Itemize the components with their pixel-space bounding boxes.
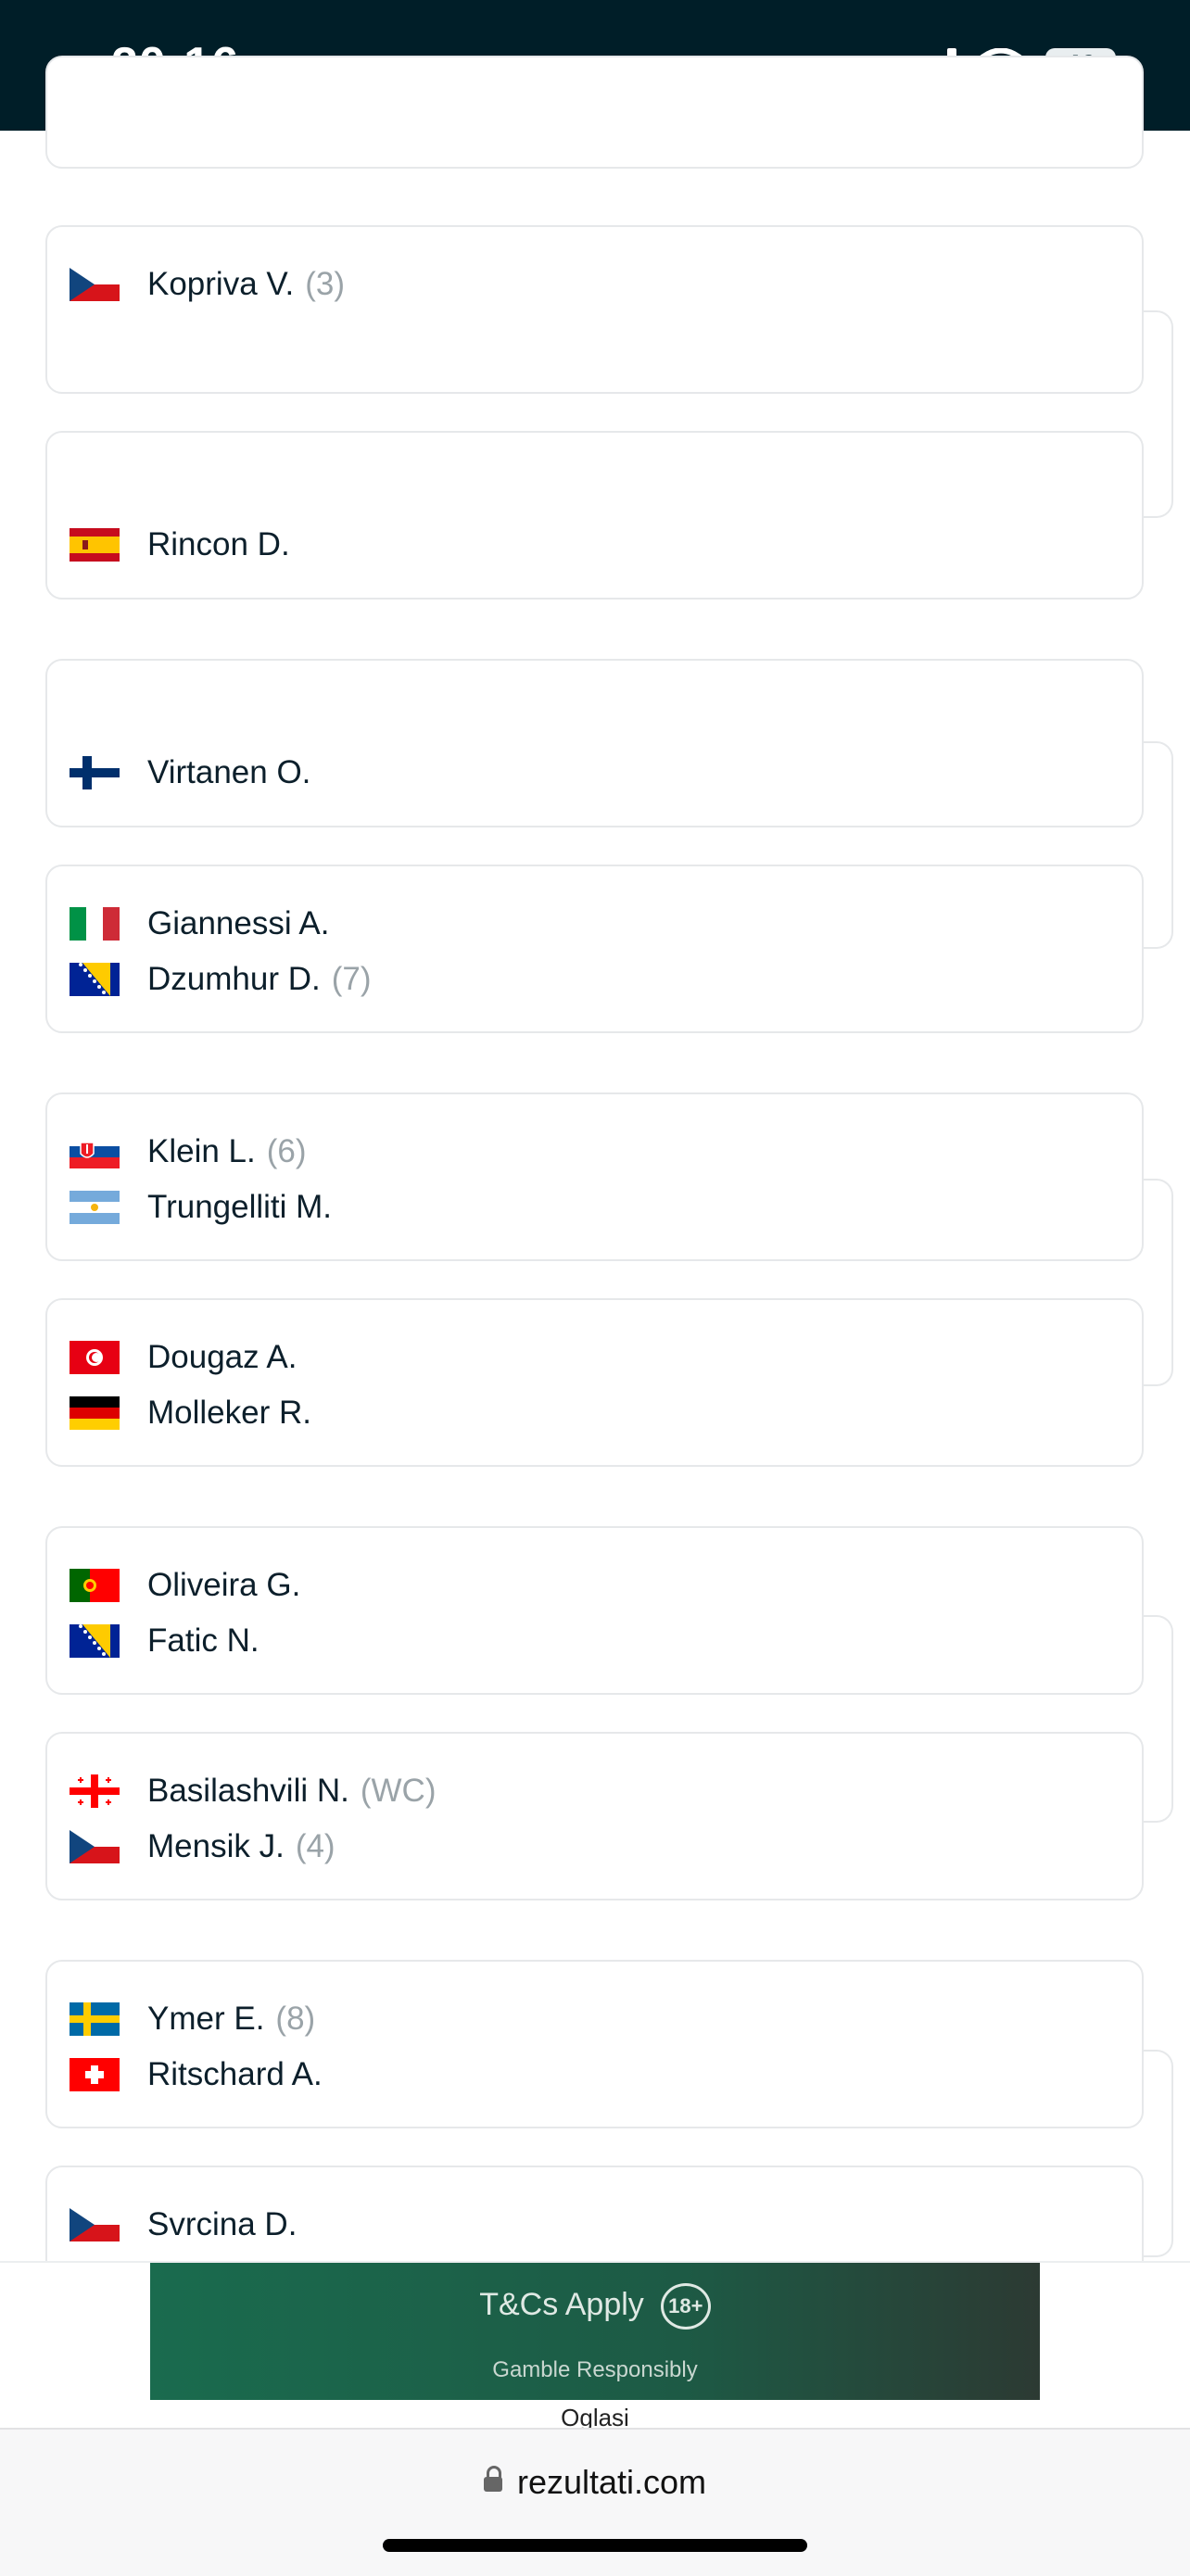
bracket-connector	[1144, 2050, 1173, 2257]
flag-argentina-icon	[70, 1191, 120, 1224]
flag-italy-icon	[70, 907, 120, 941]
bracket-connector	[1144, 1615, 1173, 1823]
player-name: Basilashvili N.	[147, 1773, 349, 1809]
bracket-connector	[1144, 741, 1173, 949]
ad-title-text: T&Cs Apply	[479, 2286, 644, 2322]
player-name: Dzumhur D.	[147, 961, 321, 997]
player-name: Ritschard A.	[147, 2056, 323, 2092]
player-row: Dzumhur D. (7)	[70, 961, 372, 998]
match-card[interactable]: Basilashvili N. (WC) Mensik J. (4)	[45, 1732, 1144, 1900]
match-card[interactable]: Giannessi A. Dzumhur D. (7)	[45, 865, 1144, 1033]
player-name: Oliveira G.	[147, 1567, 301, 1603]
player-name: Svrcina D.	[147, 2206, 298, 2242]
player-row: Kopriva V. (3)	[70, 266, 345, 303]
player-seed: (3)	[305, 266, 346, 302]
match-card[interactable]: Klein L. (6) Trungelliti M.	[45, 1092, 1144, 1261]
player-row: Virtanen O.	[70, 754, 322, 791]
player-row: Dougaz A.	[70, 1339, 309, 1376]
ad-banner[interactable]: T&Cs Apply 18+ Gamble Responsibly	[150, 2263, 1040, 2400]
player-name: Rincon D.	[147, 526, 290, 562]
flag-switzerland-icon	[70, 2058, 120, 2091]
player-name: Giannessi A.	[147, 905, 330, 941]
player-name: Dougaz A.	[147, 1339, 298, 1375]
ad-title: T&Cs Apply 18+	[150, 2283, 1040, 2330]
match-card[interactable]: Oliveira G. Fatic N.	[45, 1526, 1144, 1695]
age-18-badge: 18+	[660, 2283, 711, 2330]
player-seed: (7)	[331, 961, 372, 997]
flag-sweden-icon	[70, 2002, 120, 2036]
player-name: Klein L.	[147, 1133, 256, 1169]
player-name: Virtanen O.	[147, 754, 311, 790]
flag-bosnia-icon	[70, 963, 120, 996]
flag-portugal-icon	[70, 1569, 120, 1602]
ad-subtitle: Gamble Responsibly	[492, 2357, 698, 2382]
url-display[interactable]: rezultati.com	[0, 2463, 1190, 2502]
flag-czech-icon	[70, 268, 120, 301]
match-card-partial[interactable]	[45, 56, 1144, 169]
player-name: Kopriva V.	[147, 266, 295, 302]
player-row: Klein L. (6)	[70, 1133, 307, 1170]
flag-georgia-icon	[70, 1774, 120, 1808]
match-card[interactable]: Ymer E. (8) Ritschard A.	[45, 1960, 1144, 2128]
player-row: Giannessi A.	[70, 905, 341, 942]
player-row: Svrcina D.	[70, 2206, 308, 2243]
player-row: Ymer E. (8)	[70, 2001, 315, 2038]
player-row: Basilashvili N. (WC)	[70, 1773, 436, 1810]
player-row: Oliveira G.	[70, 1567, 311, 1604]
flag-germany-icon	[70, 1396, 120, 1430]
bracket-connector	[1144, 310, 1173, 518]
flag-spain-icon	[70, 528, 120, 562]
home-indicator[interactable]	[383, 2539, 807, 2552]
url-text: rezultati.com	[516, 2463, 707, 2501]
flag-tunisia-icon	[70, 1341, 120, 1374]
player-seed: (8)	[275, 2001, 316, 2037]
player-name: Mensik J.	[147, 1828, 285, 1864]
lock-icon	[483, 2466, 502, 2493]
player-row: Fatic N.	[70, 1623, 271, 1660]
match-card[interactable]: Virtanen O.	[45, 659, 1144, 827]
player-seed: (WC)	[360, 1773, 437, 1809]
match-card[interactable]: Rincon D.	[45, 431, 1144, 600]
player-seed: (4)	[295, 1828, 335, 1864]
flag-finland-icon	[70, 756, 120, 789]
flag-bosnia-icon	[70, 1624, 120, 1658]
bracket-connector	[1144, 1179, 1173, 1386]
browser-url-bar[interactable]: rezultati.com	[0, 2428, 1190, 2576]
match-card[interactable]: Dougaz A. Molleker R.	[45, 1298, 1144, 1467]
player-name: Trungelliti M.	[147, 1189, 333, 1225]
player-row: Rincon D.	[70, 526, 301, 563]
player-row: Mensik J. (4)	[70, 1828, 335, 1865]
flag-czech-icon	[70, 2208, 120, 2241]
flag-czech-icon	[70, 1830, 120, 1863]
player-row: Molleker R.	[70, 1395, 323, 1432]
player-name: Molleker R.	[147, 1395, 311, 1431]
player-seed: (6)	[266, 1133, 307, 1169]
player-name: Fatic N.	[147, 1623, 260, 1659]
player-row: Trungelliti M.	[70, 1189, 343, 1226]
player-row: Ritschard A.	[70, 2056, 334, 2093]
player-name: Ymer E.	[147, 2001, 265, 2037]
flag-slovakia-icon	[70, 1135, 120, 1168]
match-card[interactable]: Kopriva V. (3)	[45, 225, 1144, 394]
